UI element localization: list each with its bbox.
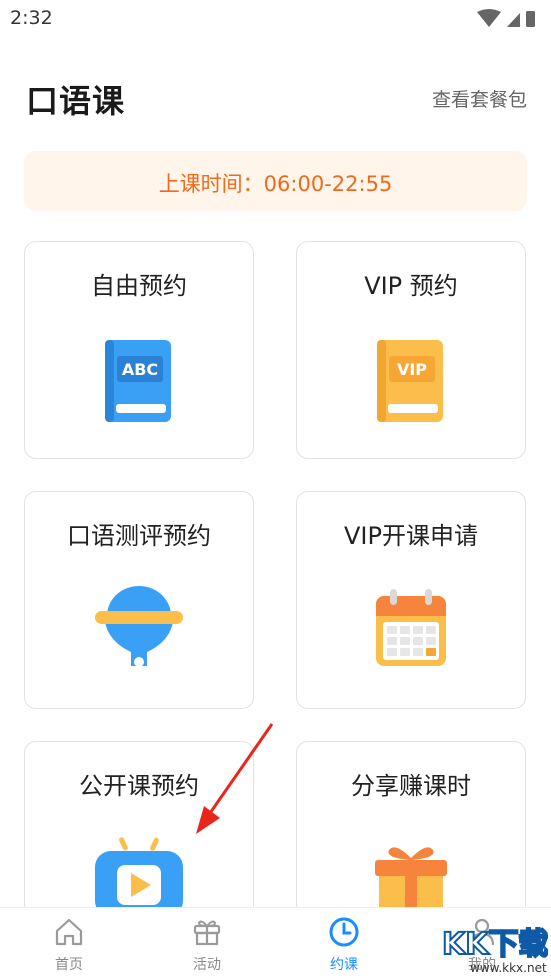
speaking-assessment-card[interactable]: 口语测评预约 [24, 491, 254, 709]
nav-home[interactable]: 首页 [24, 908, 114, 980]
view-packages-link[interactable]: 查看套餐包 [432, 85, 527, 112]
vip-course-application-card[interactable]: VIP开课申请 [296, 491, 526, 709]
vip-book-icon: VIP [377, 340, 443, 422]
tv-play-icon [95, 837, 183, 917]
abc-book-icon: ABC [105, 340, 171, 422]
status-time: 2:32 [10, 7, 53, 29]
card-title: 分享赚课时 [351, 772, 471, 800]
home-icon [55, 918, 83, 946]
vip-booking-card[interactable]: VIP 预约 VIP [296, 241, 526, 459]
nav-label: 约课 [330, 957, 358, 973]
class-time-banner: 上课时间：06:00-22:55 [24, 151, 527, 211]
funnel-icon [95, 586, 183, 667]
card-title: VIP 预约 [364, 272, 458, 300]
annotation-arrow [196, 723, 274, 834]
nav-label: 活动 [193, 957, 221, 973]
wifi-icon [477, 9, 501, 27]
page-title: 口语课 [26, 82, 126, 120]
watermark-url: www.kkx.net [470, 961, 547, 975]
svg-text:VIP: VIP [397, 360, 427, 379]
kkx-watermark: KK下载 www.kkx.net [441, 926, 548, 975]
card-title: 口语测评预约 [67, 522, 211, 550]
clock-icon [329, 917, 359, 947]
signal-icon [507, 13, 520, 27]
watermark-logo: KK下载 [442, 927, 548, 962]
battery-icon [526, 11, 535, 27]
class-time-text: 上课时间：06:00-22:55 [158, 172, 393, 196]
svg-text:ABC: ABC [122, 360, 158, 379]
status-icons [477, 9, 535, 27]
nav-activities[interactable]: 活动 [162, 908, 252, 980]
nav-booking[interactable]: 约课 [299, 908, 389, 980]
status-bar: 2:32 [0, 0, 551, 38]
card-title: 自由预约 [91, 272, 187, 300]
nav-label: 首页 [55, 957, 83, 973]
free-booking-card[interactable]: 自由预约 ABC [24, 241, 254, 459]
card-title: VIP开课申请 [344, 522, 478, 550]
gift-icon [193, 920, 221, 946]
calendar-icon [376, 589, 446, 666]
